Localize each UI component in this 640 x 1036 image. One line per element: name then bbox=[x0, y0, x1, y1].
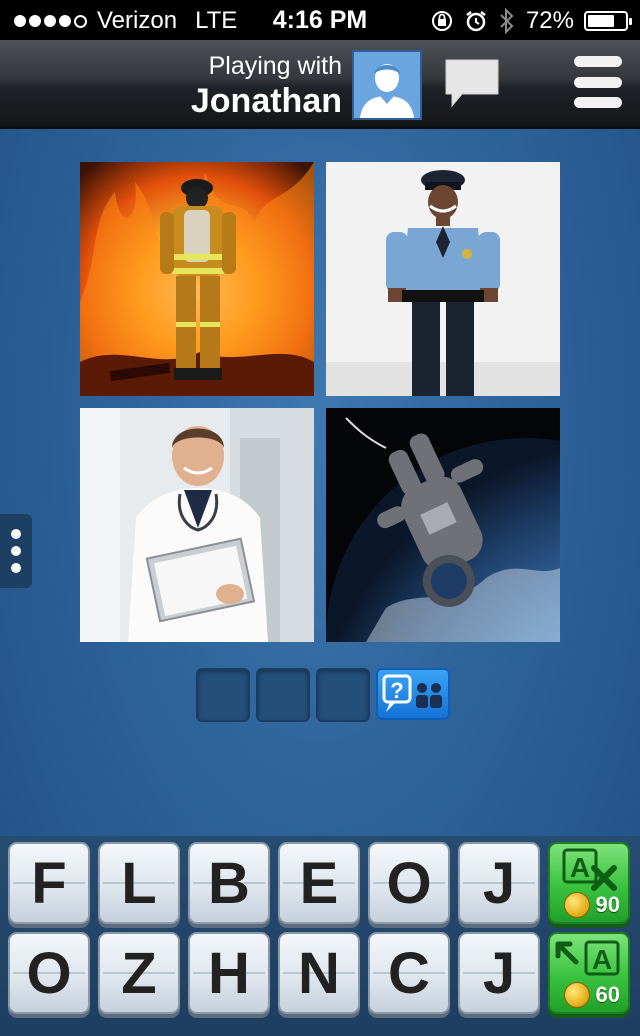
letter-key[interactable]: H bbox=[188, 932, 270, 1014]
letter-key[interactable]: O bbox=[8, 932, 90, 1014]
answer-slot-3[interactable] bbox=[316, 668, 370, 722]
answer-slot-1[interactable] bbox=[196, 668, 250, 722]
status-icons: 72% bbox=[430, 7, 632, 35]
opponent-avatar[interactable] bbox=[352, 50, 422, 120]
letter-key[interactable]: C bbox=[368, 932, 450, 1014]
more-dots-icon bbox=[11, 529, 21, 539]
default-avatar-icon bbox=[354, 52, 420, 118]
answer-slot-2[interactable] bbox=[256, 668, 310, 722]
hamburger-icon bbox=[574, 56, 622, 67]
question-people-icon: ? bbox=[382, 674, 442, 712]
alarm-icon bbox=[466, 11, 486, 32]
side-drawer-toggle[interactable] bbox=[0, 514, 32, 588]
ask-friends-button[interactable]: ? bbox=[376, 668, 450, 720]
puzzle-image-police-officer[interactable] bbox=[326, 162, 560, 396]
battery-percent: 72% bbox=[525, 7, 574, 34]
remove-letters-button[interactable]: A 90 bbox=[548, 842, 630, 924]
letter-key[interactable]: Z bbox=[98, 932, 180, 1014]
coin-icon bbox=[564, 892, 590, 918]
letter-key[interactable]: O bbox=[368, 842, 450, 924]
playing-with-label: Playing with bbox=[208, 52, 342, 80]
puzzle-image-firefighter[interactable] bbox=[80, 162, 314, 396]
menu-button[interactable] bbox=[574, 56, 622, 108]
remove-letters-cost: 90 bbox=[595, 892, 620, 917]
rotation-lock-icon bbox=[431, 11, 452, 31]
puzzle-image-astronaut[interactable] bbox=[326, 408, 560, 642]
remove-letters-icon: A bbox=[562, 848, 617, 891]
opponent-name[interactable]: Jonathan bbox=[191, 82, 342, 121]
letter-key[interactable]: L bbox=[98, 842, 180, 924]
battery-icon bbox=[584, 11, 632, 31]
letter-key[interactable]: B bbox=[188, 842, 270, 924]
svg-text:A: A bbox=[592, 944, 612, 975]
svg-text:A: A bbox=[570, 852, 590, 883]
reveal-letter-icon: A bbox=[555, 940, 620, 976]
bluetooth-icon bbox=[500, 8, 514, 34]
letter-key[interactable]: F bbox=[8, 842, 90, 924]
svg-text:?: ? bbox=[390, 678, 403, 703]
letter-key[interactable]: E bbox=[278, 842, 360, 924]
letter-key[interactable]: J bbox=[458, 842, 540, 924]
game-header: Playing with Jonathan bbox=[0, 40, 640, 129]
reveal-letter-button[interactable]: A 60 bbox=[548, 932, 630, 1014]
chat-bubble-icon bbox=[445, 59, 499, 108]
letter-key[interactable]: J bbox=[458, 932, 540, 1014]
status-bar: Verizon LTE 4:16 PM 72% bbox=[0, 0, 640, 40]
coin-icon bbox=[564, 982, 590, 1008]
reveal-letter-cost: 60 bbox=[595, 982, 620, 1007]
puzzle-image-doctor[interactable] bbox=[80, 408, 314, 642]
letter-keyboard: F L B E O J A 90 O Z H N C J A 60 bbox=[0, 836, 640, 1036]
chat-button[interactable] bbox=[442, 56, 502, 112]
letter-key[interactable]: N bbox=[278, 932, 360, 1014]
